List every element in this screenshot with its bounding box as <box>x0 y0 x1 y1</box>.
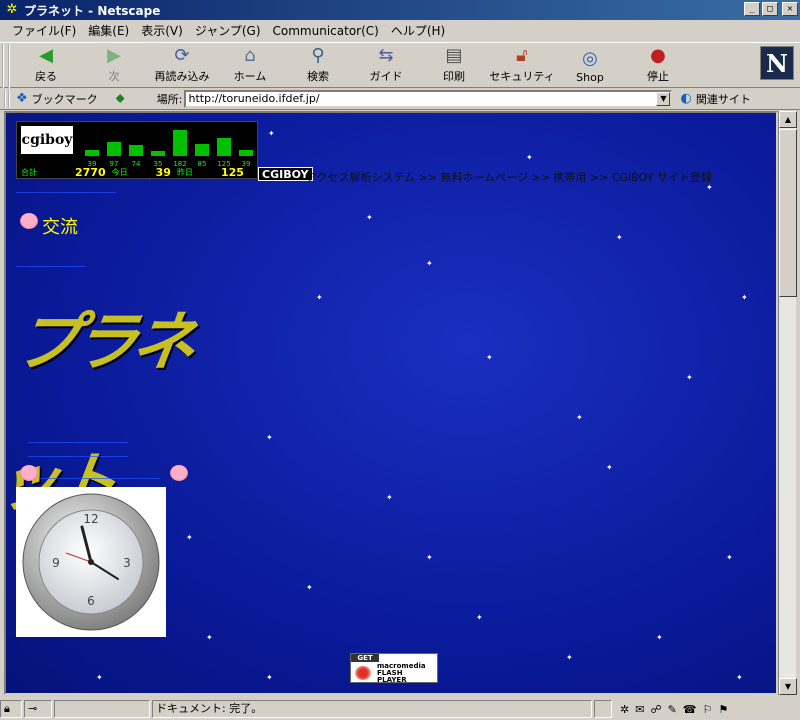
menu-help[interactable]: ヘルプ(H) <box>385 22 451 39</box>
vertical-scrollbar[interactable]: ▲ ▼ <box>778 111 797 695</box>
forward-button[interactable]: ▶ 次 <box>80 43 148 87</box>
related-sites-icon[interactable]: ◐ <box>680 91 691 106</box>
counter-bar <box>85 150 99 156</box>
mail-icon[interactable]: ✉ <box>635 703 644 716</box>
guide-icon: ⇆ <box>378 45 394 66</box>
kirby-icon-1 <box>20 213 38 229</box>
home-button[interactable]: ⌂ ホーム <box>216 43 284 87</box>
cgiboy-badge[interactable]: CGIBOY <box>258 167 313 181</box>
access-counter[interactable]: cgiboy 39 97 74 35 182 85 125 39 合計 2770 今日 39 … <box>16 121 258 179</box>
security-button[interactable]: 🔓︎ セキュリティ <box>488 43 556 87</box>
svg-text:6: 6 <box>87 594 95 608</box>
reload-icon: ⟳ <box>174 45 190 66</box>
get-flash-player-badge[interactable]: GET macromedia FLASH PLAYER <box>350 653 438 684</box>
nav-link-4[interactable] <box>28 445 128 457</box>
counter-bar <box>217 138 231 156</box>
shop-button[interactable]: ◎ Shop <box>556 43 624 87</box>
counter-bar <box>239 150 253 156</box>
svg-text:9: 9 <box>52 556 60 570</box>
menu-go[interactable]: ジャンプ(G) <box>189 22 267 39</box>
section-title: 交流 <box>42 217 78 238</box>
netscape-app-icon[interactable]: ✲ <box>4 2 20 18</box>
search-icon: ⚲ <box>311 45 325 66</box>
composer-icon[interactable]: ✎ <box>668 703 677 716</box>
reload-button[interactable]: ⟳ 再読み込み <box>148 43 216 87</box>
menu-bar: ファイル(F) 編集(E) 表示(V) ジャンプ(G) Communicator… <box>0 20 800 41</box>
counter-bar <box>173 130 187 156</box>
search-button[interactable]: ⚲ 検索 <box>284 43 352 87</box>
lock-icon: 🔓︎ <box>516 45 528 66</box>
stock-icon[interactable]: ⚑ <box>718 703 728 716</box>
flash-icon <box>355 666 371 680</box>
status-bar: 🔒︎ ⊸ ドキュメント: 完了。 ✲ ✉ ☍ ✎ ☎ ⚐ ⚑ <box>0 698 800 720</box>
scroll-up-icon[interactable]: ▲ <box>779 111 797 128</box>
menu-file[interactable]: ファイル(F) <box>6 22 82 39</box>
title-bar: ✲ プラネット - Netscape _ □ ✕ <box>0 0 800 20</box>
counter-bar <box>151 151 165 156</box>
kirby-icon-3 <box>170 465 188 481</box>
scroll-thumb[interactable] <box>779 129 797 297</box>
nav-link-5[interactable] <box>40 465 160 479</box>
progress-bar <box>54 700 150 718</box>
navigation-toolbar: ◀ 戻る ▶ 次 ⟳ 再読み込み ⌂ ホーム ⚲ 検索 ⇆ ガイド ▤ 印刷 🔓︎ セキュリティ… <box>0 42 800 88</box>
url-dropdown-icon[interactable]: ▼ <box>656 91 671 106</box>
kirby-icon-2 <box>20 465 38 481</box>
svg-text:3: 3 <box>123 556 131 570</box>
nav-link-3[interactable] <box>28 431 128 443</box>
nav-link-top[interactable] <box>16 179 116 193</box>
counter-bar <box>107 142 121 156</box>
menu-edit[interactable]: 編集(E) <box>82 22 135 39</box>
bookmark-icon[interactable]: ❖ <box>16 91 28 106</box>
page-proxy-icon[interactable]: ⬥ <box>116 91 125 106</box>
related-sites-button[interactable]: 関連サイト <box>696 91 751 107</box>
clock-widget[interactable]: 12 3 6 9 <box>16 487 166 637</box>
svg-text:12: 12 <box>83 512 98 526</box>
counter-totals: 合計 2770 今日 39 昨日 125 <box>21 165 244 179</box>
forward-arrow-icon: ▶ <box>107 45 121 66</box>
home-icon: ⌂ <box>244 45 256 66</box>
print-icon: ▤ <box>445 45 463 66</box>
maximize-button[interactable]: □ <box>762 2 778 16</box>
connection-status-icon[interactable]: ⊸ <box>24 700 52 718</box>
print-button[interactable]: ▤ 印刷 <box>420 43 488 87</box>
page-content[interactable]: ✦✦✦ ✦✦✦ ✦✦✦ ✦✦✦ ✦✦✦ ✦✦✦ ✦✦✦ ✦✦✦ ✦✦✦ cgib… <box>4 111 778 695</box>
close-button[interactable]: ✕ <box>782 2 798 16</box>
location-label: 場所: <box>156 92 183 106</box>
component-bar: ✲ ✉ ☍ ✎ ☎ ⚐ ⚑ <box>620 703 728 716</box>
back-button[interactable]: ◀ 戻る <box>12 43 80 87</box>
address-icon[interactable]: ☎ <box>683 703 697 716</box>
location-bar: ❖ ブックマーク ⬥ 場所: http://toruneido.ifdef.jp… <box>0 88 800 110</box>
security-status-icon[interactable]: 🔒︎ <box>0 700 22 718</box>
cgiboy-links[interactable]: アクセス解析システム >> 無料ホームページ >> 携帯用 >> CGIBOY … <box>306 169 712 185</box>
status-empty-cell <box>594 700 612 718</box>
planet-title-logo: プラネット <box>4 305 196 520</box>
groups-icon[interactable]: ☍ <box>650 703 661 716</box>
nav-link-2[interactable] <box>16 253 86 267</box>
minimize-button[interactable]: _ <box>744 2 760 16</box>
scroll-down-icon[interactable]: ▼ <box>779 678 797 695</box>
stop-button[interactable]: ● 停止 <box>624 43 692 87</box>
menu-communicator[interactable]: Communicator(C) <box>267 24 385 38</box>
toolbar-grip[interactable] <box>2 44 10 88</box>
dial-icon[interactable]: ⚐ <box>703 703 713 716</box>
stop-icon: ● <box>650 45 666 66</box>
clock-face-icon: 12 3 6 9 <box>22 493 160 631</box>
shop-icon: ◎ <box>582 48 598 69</box>
guide-button[interactable]: ⇆ ガイド <box>352 43 420 87</box>
counter-bar <box>129 145 143 156</box>
menu-view[interactable]: 表示(V) <box>135 22 189 39</box>
cgiboy-logo: cgiboy <box>21 126 73 154</box>
url-input[interactable]: http://toruneido.ifdef.jp/ ▼ <box>184 89 673 108</box>
status-text: ドキュメント: 完了。 <box>152 700 592 718</box>
location-grip[interactable] <box>4 89 10 108</box>
counter-bar <box>195 144 209 156</box>
back-arrow-icon: ◀ <box>39 45 53 66</box>
window-title: プラネット - Netscape <box>24 3 161 18</box>
bookmarks-button[interactable]: ブックマーク <box>32 91 98 107</box>
navigator-icon[interactable]: ✲ <box>620 703 629 716</box>
netscape-logo[interactable]: N <box>760 46 794 80</box>
